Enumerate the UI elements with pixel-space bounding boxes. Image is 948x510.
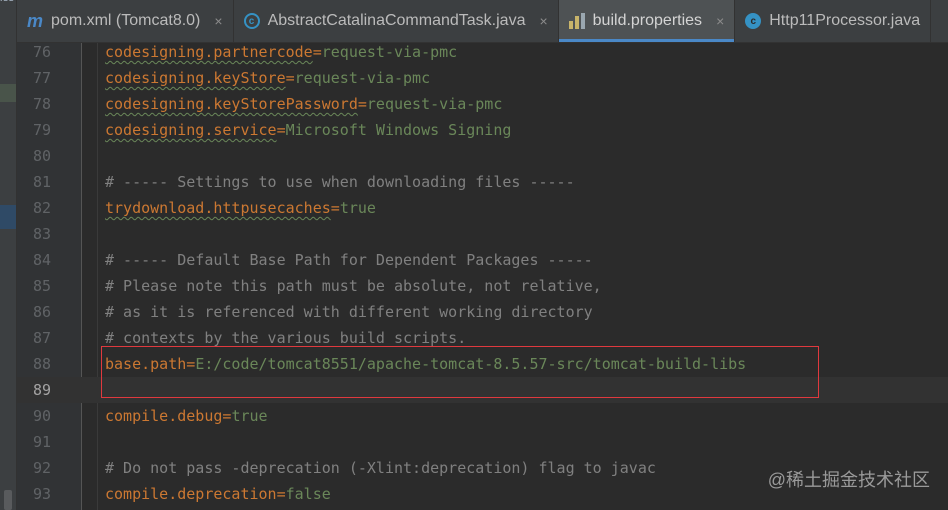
tab-pom-xml[interactable]: m pom.xml (Tomcat8.0) × [17,0,234,42]
code-line[interactable]: 79 codesigning.service=Microsoft Windows … [17,117,948,143]
line-number: 91 [32,433,51,451]
line-number: 86 [32,303,51,321]
comment-text: # as it is referenced with different wor… [105,303,593,321]
comment-text: # Do not pass -deprecation (-Xlint:depre… [105,459,656,477]
code-line[interactable]: 85 # Please note this path must be absolu… [17,273,948,299]
line-number: 90 [32,407,51,425]
comment-text: # ----- Settings to use when downloading… [105,173,575,191]
editor-tab-bar: m pom.xml (Tomcat8.0) × c AbstractCatali… [17,0,948,43]
equals-sign: = [276,485,286,503]
annotation-highlight-box [101,346,819,398]
line-number: 92 [32,459,51,477]
vcs-change-marker [0,84,16,102]
line-number: 83 [32,225,51,243]
property-key: codesigning.keyStore [105,69,286,87]
line-number: 81 [32,173,51,191]
comment-text: # contexts by the various build scripts. [105,329,467,347]
code-line[interactable]: 77 codesigning.keyStore=request-via-pmc [17,65,948,91]
line-number: 85 [32,277,51,295]
property-value: Microsoft Windows Signing [285,121,512,139]
property-key: compile.debug [105,407,223,425]
tab-abstract-catalina-command-task[interactable]: c AbstractCatalinaCommandTask.java × [234,0,559,42]
line-number: 84 [32,251,51,269]
code-line[interactable]: 76 codesigning.partnercode=request-via-pm… [17,39,948,65]
tab-label: AbstractCatalinaCommandTask.java [267,12,526,29]
line-number: 80 [32,147,51,165]
property-value: request-via-pmc [366,95,503,113]
watermark: @稀土掘金技术社区 [767,470,930,490]
code-line[interactable]: 80 [17,143,948,169]
code-text: # Do not pass -deprecation (-Xlint:depre… [105,455,656,481]
property-key: codesigning.service [105,121,277,139]
code-line[interactable]: 78 codesigning.keyStorePassword=request-v… [17,91,948,117]
code-text: compile.debug=true [105,403,268,429]
line-number: 79 [32,121,51,139]
equals-sign: = [312,43,322,61]
tab-label: Http11Processor.java [769,12,921,29]
code-line[interactable]: 86 # as it is referenced with different w… [17,299,948,325]
code-text: trydownload.httpusecaches=true [105,195,376,221]
line-number: 93 [32,485,51,503]
line-number: 82 [32,199,51,217]
code-line[interactable]: 91 [17,429,948,455]
code-text: # as it is referenced with different wor… [105,299,593,325]
code-line[interactable]: 81 # ----- Settings to use when downloadi… [17,169,948,195]
code-text: codesigning.keyStore=request-via-pmc [105,65,430,91]
property-key: compile.deprecation [105,485,277,503]
tree-scrollbar[interactable] [4,490,12,510]
selected-tree-row-marker [0,205,16,229]
code-text: codesigning.partnercode=request-via-pmc [105,39,457,65]
code-line[interactable]: 82 trydownload.httpusecaches=true [17,195,948,221]
code-text: # ----- Default Base Path for Dependent … [105,247,593,273]
panel-label-fragment: ies [0,0,14,4]
class-icon: c [745,13,762,29]
tab-label: build.properties [592,12,703,29]
property-key: codesigning.partnercode [105,43,313,61]
equals-sign: = [285,69,295,87]
code-line[interactable]: 84 # ----- Default Base Path for Dependen… [17,247,948,273]
property-value: true [231,407,268,425]
equals-sign: = [330,199,340,217]
equals-sign: = [276,121,286,139]
tab-http11-processor[interactable]: c Http11Processor.java [735,0,932,42]
maven-icon: m [27,10,44,31]
code-editor[interactable]: 76 codesigning.partnercode=request-via-pm… [17,43,948,510]
comment-text: # ----- Default Base Path for Dependent … [105,251,593,269]
property-value: request-via-pmc [294,69,431,87]
project-tool-strip: ies [0,0,17,510]
line-number: 78 [32,95,51,113]
line-number: 89 [32,381,51,399]
properties-file-icon [568,13,585,29]
close-icon[interactable]: × [214,13,222,29]
property-value: true [339,199,376,217]
code-line[interactable]: 90 compile.debug=true [17,403,948,429]
close-icon[interactable]: × [716,13,724,29]
line-number: 87 [32,329,51,347]
line-number: 77 [32,69,51,87]
line-number: 76 [32,43,51,61]
property-key: trydownload.httpusecaches [105,199,331,217]
abstract-class-icon: c [243,13,260,29]
tab-build-properties[interactable]: build.properties × [558,0,736,42]
code-text: compile.deprecation=false [105,481,331,507]
code-text: # ----- Settings to use when downloading… [105,169,575,195]
equals-sign: = [357,95,367,113]
tab-label: pom.xml (Tomcat8.0) [51,12,201,29]
code-text: codesigning.keyStorePassword=request-via… [105,91,502,117]
line-number: 88 [32,355,51,373]
code-line[interactable]: 83 [17,221,948,247]
code-text: # Please note this path must be absolute… [105,273,602,299]
code-text: codesigning.service=Microsoft Windows Si… [105,117,511,143]
comment-text: # Please note this path must be absolute… [105,277,602,295]
property-value: request-via-pmc [321,43,458,61]
property-value: false [285,485,331,503]
property-key: codesigning.keyStorePassword [105,95,358,113]
close-icon[interactable]: × [539,13,547,29]
